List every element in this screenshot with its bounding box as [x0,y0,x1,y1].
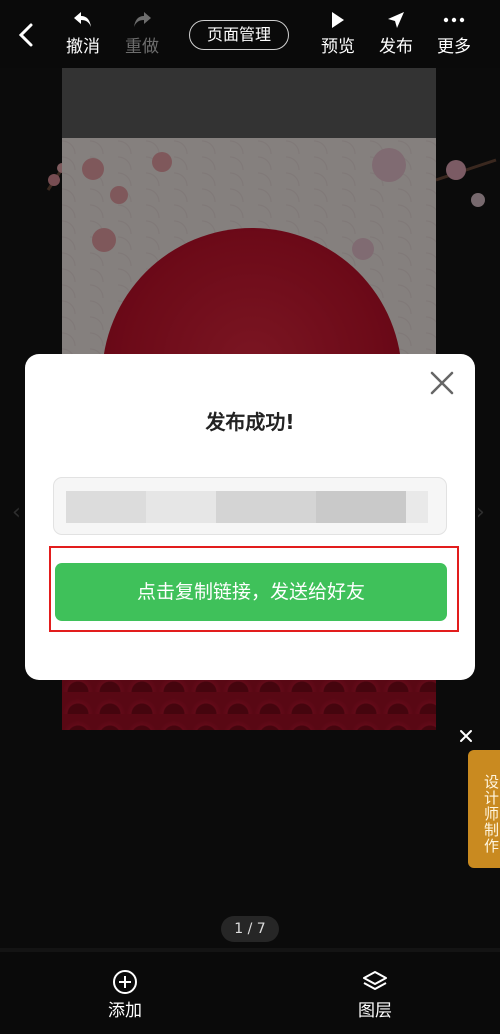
layers-icon [345,968,405,996]
more-label: 更多 [437,37,471,57]
close-icon[interactable] [456,726,476,746]
undo-button[interactable]: 撤消 [58,8,108,57]
play-icon [313,8,363,32]
more-dots-icon [429,8,479,32]
publish-label: 发布 [379,37,413,57]
page-indicator: 1 / 7 [221,916,279,942]
add-label: 添加 [108,1001,142,1021]
layers-label: 图层 [358,1001,392,1021]
top-toolbar: 撤消 重做 页面管理 预览 发布 更多 [0,0,500,68]
preview-label: 预览 [321,37,355,57]
add-circle-icon [95,968,155,996]
redo-icon [117,8,167,32]
publish-button[interactable]: 发布 [371,8,421,57]
back-arrow-icon[interactable] [12,20,42,50]
copy-link-button[interactable]: 点击复制链接，发送给好友 [55,563,447,621]
redo-label: 重做 [125,37,159,57]
send-icon [371,8,421,32]
more-button[interactable]: 更多 [429,8,479,57]
redo-button[interactable]: 重做 [117,8,167,57]
share-link-field[interactable] [53,477,447,535]
layers-button[interactable]: 图层 [345,968,405,1021]
close-icon[interactable] [427,368,457,398]
designer-made-tab[interactable]: 设计师制作 [468,750,500,868]
undo-icon [58,8,108,32]
page-manage-button[interactable]: 页面管理 [189,20,289,50]
publish-success-dialog: 发布成功! 点击复制链接，发送给好友 [25,354,475,680]
undo-label: 撤消 [66,37,100,57]
dialog-title: 发布成功! [205,410,295,434]
preview-button[interactable]: 预览 [313,8,363,57]
add-button[interactable]: 添加 [95,968,155,1021]
bottom-toolbar: 添加 图层 [0,952,500,1034]
